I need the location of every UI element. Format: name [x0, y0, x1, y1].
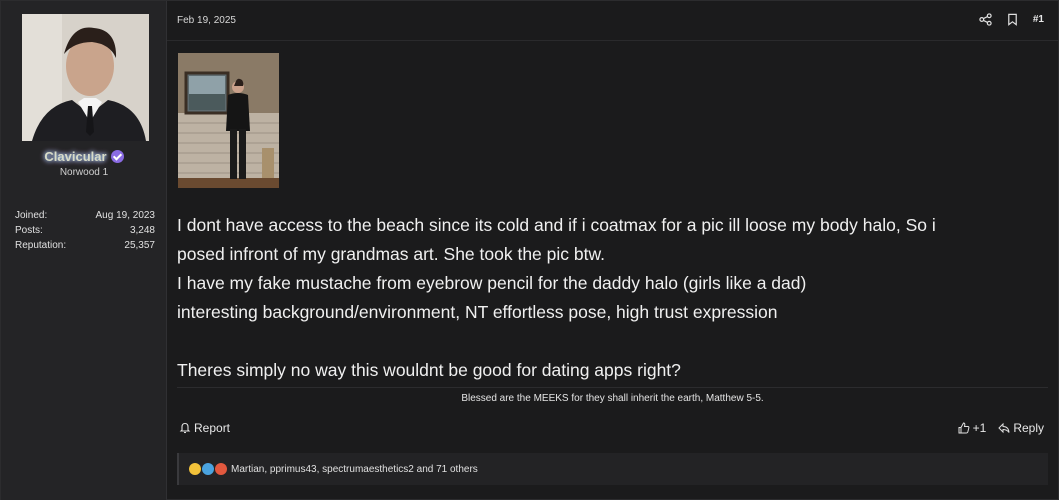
user-sidebar: Clavicular Norwood 1 Joined: Aug 19, 202…	[1, 1, 167, 500]
reply-label: Reply	[1013, 421, 1044, 435]
like-count: +1	[972, 421, 987, 435]
stat-value[interactable]: 3,248	[130, 223, 155, 238]
user-signature: Blessed are the MEEKS for they shall inh…	[177, 387, 1048, 413]
username[interactable]: Clavicular	[44, 149, 106, 164]
stat-joined: Joined: Aug 19, 2023	[15, 208, 155, 223]
stat-value: Aug 19, 2023	[95, 210, 156, 221]
post-body-line: interesting background/environment, NT e…	[177, 302, 778, 322]
post-footer-left: Report	[179, 421, 230, 435]
paragraph-break	[177, 327, 1047, 356]
report-button[interactable]: Report	[179, 421, 230, 435]
post-body-line: Theres simply no way this wouldnt be goo…	[177, 360, 681, 380]
stat-value: 25,357	[124, 240, 155, 251]
stat-label: Reputation:	[15, 240, 67, 251]
stat-label: Joined:	[15, 210, 48, 221]
like-button[interactable]: +1	[958, 421, 987, 435]
report-label: Report	[194, 421, 231, 435]
post-body: I dont have access to the beach since it…	[177, 211, 1047, 385]
post-body-line: posed infront of my grandmas art. She to…	[177, 244, 606, 264]
stat-posts: Posts: 3,248	[15, 223, 155, 238]
user-title: Norwood 1	[59, 167, 109, 178]
reactions-bar[interactable]: Martian, pprimus43, spectrumaesthetics2 …	[177, 453, 1048, 485]
user-avatar[interactable]	[22, 14, 149, 141]
stat-label: Posts:	[15, 225, 43, 236]
reply-button[interactable]: Reply	[998, 421, 1044, 435]
blue-reaction-icon	[202, 463, 214, 475]
post-body-line: I have my fake mustache from eyebrow pen…	[177, 273, 807, 293]
post-main: Feb 19, 2025 #1 I dont have access to th…	[167, 1, 1058, 500]
post-footer-right: +1 Reply	[958, 421, 1044, 435]
reply-icon	[998, 422, 1010, 434]
laugh-reaction-icon	[189, 463, 201, 475]
post-body-line: I dont have access to the beach since it…	[177, 215, 936, 235]
username-container: Clavicular	[1, 149, 167, 164]
forum-post: Clavicular Norwood 1 Joined: Aug 19, 202…	[0, 0, 1059, 500]
attachment-thumbnail[interactable]	[178, 53, 279, 188]
bookmark-icon[interactable]	[1006, 13, 1019, 26]
stat-reputation: Reputation: 25,357	[15, 238, 155, 253]
post-header-actions: #1	[979, 13, 1044, 26]
reaction-icons[interactable]	[189, 463, 227, 475]
thumbs-up-icon	[958, 422, 970, 434]
post-number[interactable]: #1	[1033, 14, 1044, 25]
post-date[interactable]: Feb 19, 2025	[177, 15, 236, 26]
user-stats: Joined: Aug 19, 2023 Posts: 3,248 Reputa…	[15, 208, 155, 253]
share-icon[interactable]	[979, 13, 992, 26]
post-header: Feb 19, 2025 #1	[167, 1, 1058, 41]
angry-reaction-icon	[215, 463, 227, 475]
verified-icon	[110, 150, 124, 163]
reactions-text[interactable]: Martian, pprimus43, spectrumaesthetics2 …	[231, 464, 478, 475]
bell-icon	[179, 422, 191, 434]
